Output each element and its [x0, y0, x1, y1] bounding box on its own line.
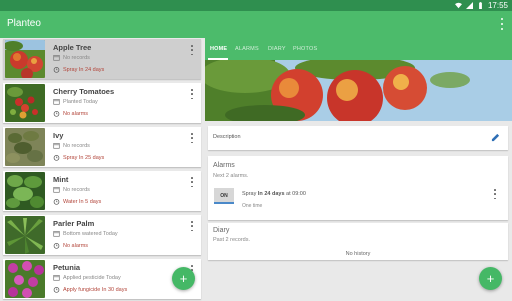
plant-info: Planted Today [53, 98, 98, 105]
calendar-icon [53, 143, 60, 149]
alarm-clock-icon [53, 287, 60, 293]
plant-item-cherry-tomatoes[interactable]: Cherry Tomatoes Planted Today No alarms [3, 83, 201, 123]
plant-item-parler-palm[interactable]: Parler Palm Bottom watered Today No alar… [3, 215, 201, 255]
plant-info-text: Bottom watered Today [63, 230, 118, 237]
alarm-frequency: One time [242, 203, 263, 209]
plant-menu-icon[interactable] [190, 177, 194, 187]
signal-icon [465, 2, 473, 9]
plant-item-apple-tree[interactable]: Apple Tree No records Spray In 24 days [3, 39, 201, 79]
calendar-icon [53, 187, 60, 193]
plant-hero-image [205, 60, 512, 121]
plant-photo-apple [5, 40, 45, 78]
plant-info: Applied pesticide Today [53, 274, 121, 281]
plant-info-text: No records [63, 142, 90, 149]
alarms-heading: Alarms [213, 162, 235, 169]
tab-alarms[interactable]: ALARMS [235, 46, 259, 52]
overflow-menu-icon[interactable] [498, 18, 506, 30]
plant-photo-tomatoes [5, 84, 45, 122]
alarm-clock-icon [53, 199, 60, 205]
description-card[interactable]: Description [208, 126, 508, 150]
plant-alarm-text: Apply fungicide In 30 days [63, 286, 128, 293]
plant-name: Apple Tree [53, 43, 92, 52]
plant-name: Parler Palm [53, 219, 95, 228]
alarm-toggle[interactable]: ON [214, 188, 234, 204]
plant-menu-icon[interactable] [190, 45, 194, 55]
plant-alarm: Apply fungicide In 30 days [53, 286, 127, 293]
alarm-row[interactable]: ON Spray In 24 days at 09:00 One time [213, 187, 501, 215]
plant-menu-icon[interactable] [190, 221, 194, 231]
plant-menu-icon[interactable] [190, 133, 194, 143]
plant-item-mint[interactable]: Mint No records Water In 5 days [3, 171, 201, 211]
plant-name: Cherry Tomatoes [53, 87, 115, 96]
app-title: Planteo [7, 18, 41, 29]
plant-alarm: No alarms [53, 110, 88, 117]
diary-subheading: Past 2 records. [213, 237, 250, 243]
plant-info-text: No records [63, 186, 90, 193]
alarm-time: at 09:00 [286, 191, 306, 197]
diary-heading: Diary [213, 227, 230, 234]
plant-alarm: Spray In 25 days [53, 154, 104, 161]
wifi-icon [454, 2, 462, 9]
tab-diary[interactable]: DIARY [268, 46, 286, 52]
alarm-clock-icon [53, 243, 60, 249]
calendar-icon [53, 231, 60, 237]
description-label: Description [213, 134, 241, 140]
status-icons: 17:55 [454, 0, 508, 11]
alarms-subheading: Next 2 alarms. [213, 173, 249, 179]
plant-photo-ivy [5, 128, 45, 166]
alarms-card: Alarms Next 2 alarms. ON Spray In 24 day… [208, 156, 508, 220]
plant-name: Petunia [53, 263, 81, 272]
plant-name: Mint [53, 175, 69, 184]
plant-info: No records [53, 142, 90, 149]
plant-info-text: Planted Today [63, 98, 98, 105]
plant-info-text: Applied pesticide Today [63, 274, 121, 281]
plant-alarm-text: Water In 5 days [63, 198, 102, 205]
diary-empty-text: No history [345, 251, 371, 257]
plant-photo-mint [5, 172, 45, 210]
plant-alarm-text: No alarms [63, 110, 89, 117]
plant-photo-palm [5, 216, 45, 254]
app-bar: Planteo [0, 11, 512, 38]
plant-info: No records [53, 54, 90, 61]
calendar-icon [53, 275, 60, 281]
plant-alarm: No alarms [53, 242, 88, 249]
tab-bar: HOME ALARMS DIARY PHOTOS [205, 38, 512, 60]
plant-menu-icon[interactable] [190, 89, 194, 99]
status-bar: 17:55 [0, 0, 512, 11]
diary-card: Diary Past 2 records. No history [208, 223, 508, 260]
alarm-menu-icon[interactable] [493, 189, 497, 199]
plant-alarm-text: Spray In 24 days [63, 66, 105, 73]
clock: 17:55 [487, 1, 508, 10]
alarm-clock-icon [53, 111, 60, 117]
alarm-clock-icon [53, 155, 60, 161]
plant-alarm-text: No alarms [63, 242, 89, 249]
plant-info: Bottom watered Today [53, 230, 118, 237]
add-entry-button[interactable]: + [479, 267, 502, 290]
battery-icon [479, 2, 482, 9]
tab-photos[interactable]: PHOTOS [293, 46, 317, 52]
plant-name: Ivy [53, 131, 64, 140]
calendar-icon [53, 99, 60, 105]
plant-photo-petunia [5, 260, 45, 298]
alarm-action: Spray [242, 191, 257, 197]
plant-alarm: Spray In 24 days [53, 66, 104, 73]
plant-alarm-text: Spray In 25 days [63, 154, 105, 161]
edit-pencil-icon[interactable] [491, 133, 500, 142]
plant-list: Apple Tree No records Spray In 24 days C… [0, 38, 205, 301]
calendar-icon [53, 55, 60, 61]
plant-info-text: No records [63, 54, 90, 61]
alarm-description: Spray In 24 days at 09:00 [242, 191, 306, 197]
tab-home[interactable]: HOME [210, 46, 227, 52]
alarm-when: In 24 days [257, 191, 285, 197]
add-plant-button[interactable]: + [172, 267, 195, 290]
plant-info: No records [53, 186, 90, 193]
alarm-clock-icon [53, 67, 60, 73]
plant-alarm: Water In 5 days [53, 198, 101, 205]
plant-item-ivy[interactable]: Ivy No records Spray In 25 days [3, 127, 201, 167]
